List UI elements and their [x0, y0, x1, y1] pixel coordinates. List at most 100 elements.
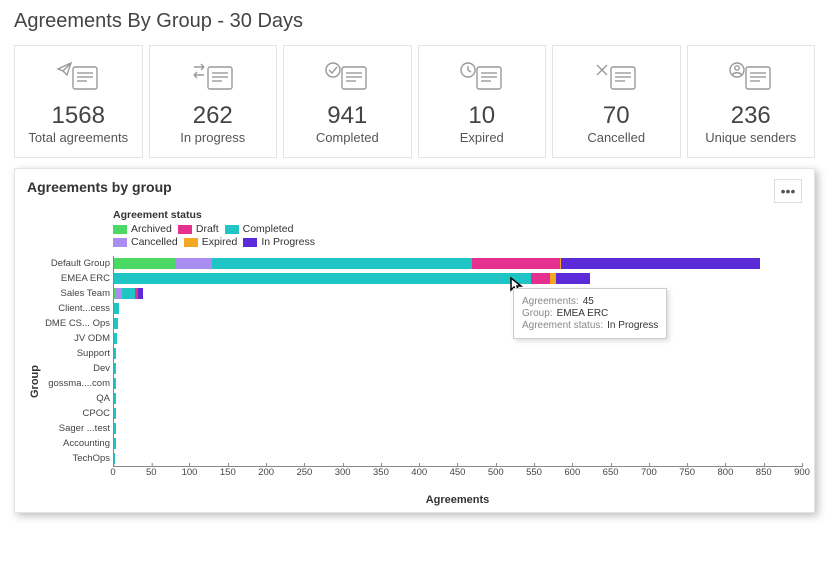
- legend-item[interactable]: In Progress: [243, 236, 315, 248]
- bar-segment[interactable]: [114, 258, 175, 269]
- card-value: 941: [327, 102, 367, 130]
- x-tick: 750: [679, 467, 695, 478]
- legend-swatch-icon: [243, 238, 257, 247]
- card-in-progress: 262 In progress: [149, 45, 278, 158]
- chart-tooltip: Agreements: 45 Group: EMEA ERC Agreement…: [513, 288, 667, 339]
- panel-more-button[interactable]: •••: [774, 179, 802, 203]
- bar-segment[interactable]: [175, 258, 212, 269]
- x-tick: 350: [373, 467, 389, 478]
- chart-row[interactable]: JV ODM: [114, 331, 802, 346]
- legend-item[interactable]: Draft: [178, 223, 219, 235]
- x-icon: [593, 54, 639, 98]
- x-tick: 0: [110, 467, 115, 478]
- chart-row[interactable]: Sales Team: [114, 286, 802, 301]
- category-label: Sager ...test: [40, 423, 110, 434]
- category-label: TechOps: [40, 453, 110, 464]
- bar-segment[interactable]: [114, 408, 116, 419]
- summary-cards: 1568 Total agreements 262 In progress 94…: [14, 45, 815, 158]
- legend-label: Cancelled: [131, 236, 178, 248]
- chart-plot[interactable]: Default GroupEMEA ERCSales TeamClient...…: [43, 256, 802, 506]
- check-circle-icon: [324, 54, 370, 98]
- legend-label: Completed: [243, 223, 294, 235]
- bar-segment[interactable]: [556, 273, 590, 284]
- category-label: Dev: [40, 363, 110, 374]
- bar-segment[interactable]: [114, 333, 117, 344]
- chart-row[interactable]: DME CS... Ops: [114, 316, 802, 331]
- card-completed: 941 Completed: [283, 45, 412, 158]
- more-horizontal-icon: •••: [781, 183, 796, 199]
- bar-segment[interactable]: [138, 288, 143, 299]
- legend-item[interactable]: Archived: [113, 223, 172, 235]
- panel-title: Agreements by group: [27, 179, 172, 195]
- category-label: QA: [40, 393, 110, 404]
- category-label: CPOC: [40, 408, 110, 419]
- x-tick: 800: [718, 467, 734, 478]
- category-label: gossma....com: [40, 378, 110, 389]
- card-value: 10: [468, 102, 495, 130]
- category-label: Client...cess: [40, 303, 110, 314]
- card-cancelled: 70 Cancelled: [552, 45, 681, 158]
- bar-segment[interactable]: [531, 273, 550, 284]
- card-value: 236: [731, 102, 771, 130]
- chart-row[interactable]: gossma....com: [114, 376, 802, 391]
- chart-legend: Agreement status ArchivedDraftCompletedC…: [113, 209, 802, 248]
- bar-segment[interactable]: [212, 258, 472, 269]
- bar-segment[interactable]: [114, 363, 116, 374]
- chart-row[interactable]: CPOC: [114, 406, 802, 421]
- card-value: 70: [603, 102, 630, 130]
- category-label: Sales Team: [40, 288, 110, 299]
- bar-segment[interactable]: [114, 273, 531, 284]
- bar-segment[interactable]: [114, 393, 116, 404]
- clock-icon: [459, 54, 505, 98]
- bar-segment[interactable]: [114, 378, 116, 389]
- chart-row[interactable]: Default Group: [114, 256, 802, 271]
- chart-row[interactable]: EMEA ERC: [114, 271, 802, 286]
- legend-item[interactable]: Completed: [225, 223, 294, 235]
- x-tick: 250: [296, 467, 312, 478]
- legend-item[interactable]: Cancelled: [113, 236, 178, 248]
- x-tick: 500: [488, 467, 504, 478]
- legend-label: Expired: [202, 236, 238, 248]
- x-tick: 200: [258, 467, 274, 478]
- legend-swatch-icon: [113, 225, 127, 234]
- category-label: JV ODM: [40, 333, 110, 344]
- bar-segment[interactable]: [472, 258, 560, 269]
- user-circle-icon: [728, 54, 774, 98]
- x-tick: 400: [411, 467, 427, 478]
- bar-segment[interactable]: [122, 288, 136, 299]
- card-label: Completed: [316, 130, 379, 145]
- bar-segment[interactable]: [114, 318, 118, 329]
- card-value: 1568: [52, 102, 105, 130]
- card-label: Total agreements: [28, 130, 128, 145]
- legend-item[interactable]: Expired: [184, 236, 238, 248]
- x-tick: 900: [794, 467, 810, 478]
- chart-row[interactable]: Client...cess: [114, 301, 802, 316]
- x-tick: 150: [220, 467, 236, 478]
- bar-segment[interactable]: [561, 258, 760, 269]
- x-tick: 650: [603, 467, 619, 478]
- chart-row[interactable]: Accounting: [114, 436, 802, 451]
- legend-label: In Progress: [261, 236, 315, 248]
- card-label: Expired: [460, 130, 504, 145]
- card-label: Cancelled: [587, 130, 645, 145]
- x-tick: 700: [641, 467, 657, 478]
- card-label: Unique senders: [705, 130, 796, 145]
- card-label: In progress: [180, 130, 245, 145]
- category-label: EMEA ERC: [40, 273, 110, 284]
- bar-segment[interactable]: [114, 438, 116, 449]
- chart-row[interactable]: Support: [114, 346, 802, 361]
- category-label: DME CS... Ops: [40, 318, 110, 329]
- chart-panel: Agreements by group ••• Agreement status…: [14, 168, 815, 513]
- chart-row[interactable]: QA: [114, 391, 802, 406]
- legend-swatch-icon: [178, 225, 192, 234]
- x-tick: 50: [146, 467, 157, 478]
- bar-segment[interactable]: [114, 303, 119, 314]
- legend-swatch-icon: [113, 238, 127, 247]
- arrows-swap-icon: [190, 54, 236, 98]
- bar-segment[interactable]: [114, 423, 116, 434]
- chart-row[interactable]: Dev: [114, 361, 802, 376]
- category-label: Default Group: [40, 258, 110, 269]
- bar-segment[interactable]: [114, 348, 116, 359]
- chart-row[interactable]: Sager ...test: [114, 421, 802, 436]
- bar-segment[interactable]: [114, 453, 115, 464]
